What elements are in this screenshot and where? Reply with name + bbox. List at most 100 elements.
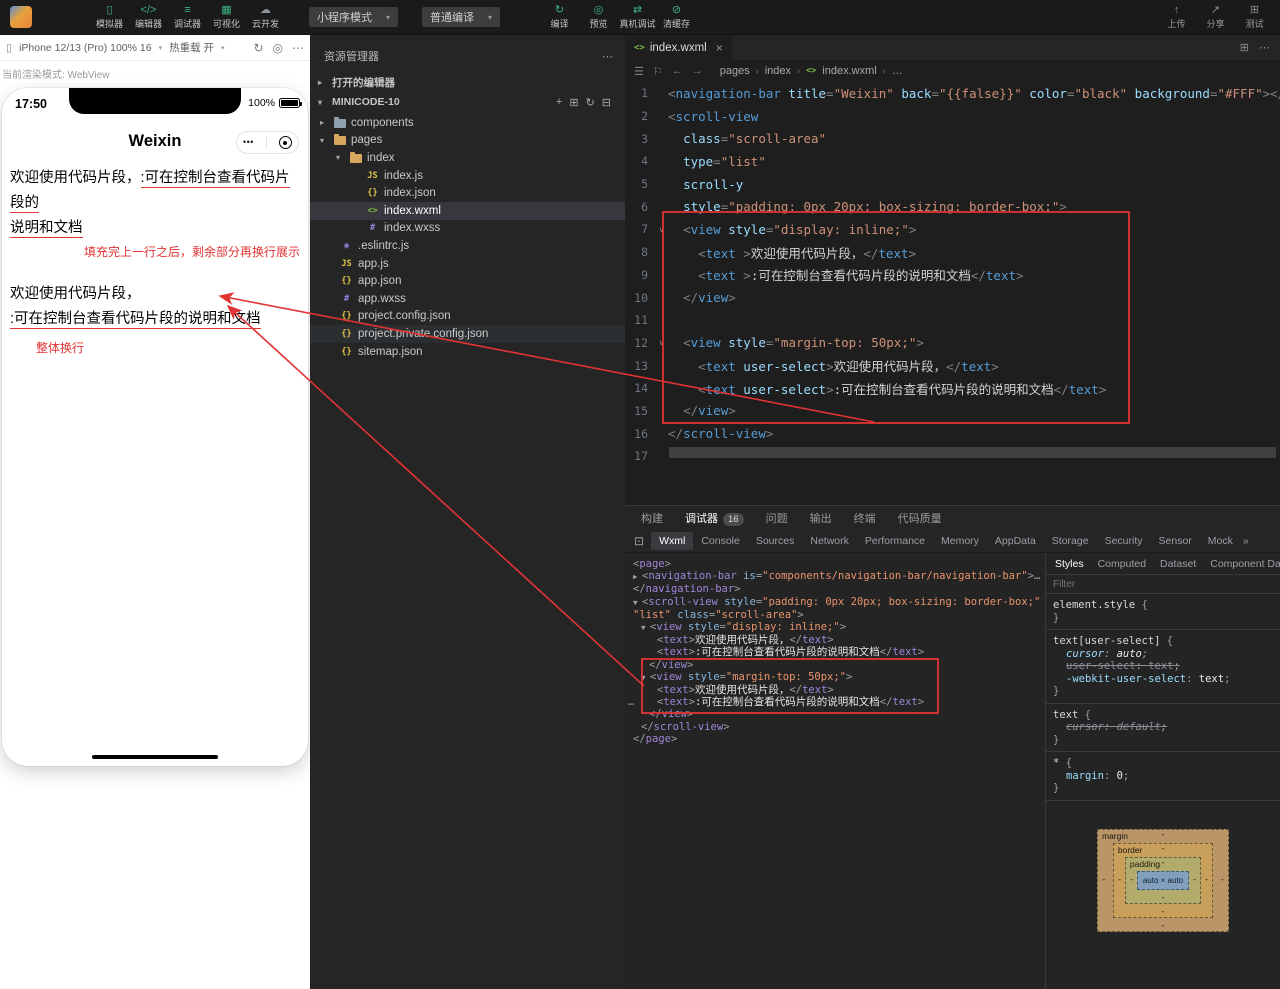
css-property[interactable]: cursor: auto; bbox=[1053, 648, 1273, 661]
wxml-node[interactable]: ▼ <view style="margin-top: 50px;"> bbox=[625, 671, 1045, 684]
panel-tab[interactable]: 调试器 16 bbox=[685, 510, 744, 526]
file-row[interactable]: ▾ pages bbox=[310, 132, 625, 150]
panel-tab[interactable]: 输出 bbox=[810, 510, 832, 526]
scrollbar-thumb[interactable] bbox=[669, 447, 1276, 458]
css-property[interactable]: user-select: text; bbox=[1053, 660, 1273, 673]
devtools-tab-console[interactable]: Console bbox=[693, 532, 748, 550]
preview-button[interactable]: ◎ 预览 bbox=[579, 0, 618, 35]
split-editor-icon[interactable]: ⊞ bbox=[1240, 41, 1249, 54]
capsule-menu[interactable]: ••• bbox=[236, 131, 299, 154]
code-line[interactable]: 7 ∨ <view style="display: inline;"> bbox=[625, 218, 1280, 241]
breadcrumb-item[interactable]: index.wxml bbox=[822, 65, 876, 77]
devtools-tab-sensor[interactable]: Sensor bbox=[1151, 532, 1200, 550]
file-row[interactable]: ◉ .eslintrc.js bbox=[310, 237, 625, 255]
back-icon[interactable]: ← bbox=[672, 65, 683, 77]
devtools-tab-storage[interactable]: Storage bbox=[1044, 532, 1097, 550]
overflow-chevron-icon[interactable]: » bbox=[1243, 535, 1249, 547]
wxml-node[interactable]: <text>欢迎使用代码片段，</text> bbox=[625, 684, 1045, 696]
code-line[interactable]: 2 <scroll-view bbox=[625, 105, 1280, 128]
wxml-node[interactable]: </page> bbox=[625, 733, 1045, 745]
wxml-node[interactable]: ▶ <navigation-bar is="components/navigati… bbox=[625, 570, 1045, 583]
share-button[interactable]: ↗ 分享 bbox=[1196, 0, 1235, 35]
file-row[interactable]: <> index.wxml bbox=[310, 201, 625, 220]
code-line[interactable]: 15 </view> bbox=[625, 400, 1280, 423]
wxml-node[interactable]: </scroll-view> bbox=[625, 721, 1045, 733]
breadcrumb-item[interactable]: … bbox=[892, 65, 903, 77]
more-icon[interactable]: ⋯ bbox=[602, 50, 613, 63]
styles-tab-styles[interactable]: Styles bbox=[1048, 555, 1091, 573]
simulator-button[interactable]: ▯ 模拟器 bbox=[90, 0, 129, 35]
code-line[interactable]: 10 </view> bbox=[625, 286, 1280, 309]
devtools-tab-network[interactable]: Network bbox=[802, 532, 857, 550]
wxml-node[interactable]: <page> bbox=[625, 558, 1045, 570]
code-line[interactable]: 16 </scroll-view> bbox=[625, 422, 1280, 445]
cloud-dev-button[interactable]: ☁ 云开发 bbox=[246, 0, 285, 35]
visualizer-button[interactable]: ▦ 可视化 bbox=[207, 0, 246, 35]
breadcrumb-item[interactable]: pages bbox=[720, 65, 750, 77]
wxml-node[interactable]: <text>欢迎使用代码片段，</text> bbox=[625, 634, 1045, 646]
code-line[interactable]: 9 <text >:可在控制台查看代码片段的说明和文档</text> bbox=[625, 264, 1280, 287]
wxml-node[interactable]: ▼ <view style="display: inline;"> bbox=[625, 621, 1045, 634]
devtools-tab-wxml[interactable]: Wxml bbox=[651, 532, 694, 550]
panel-tab[interactable]: 问题 bbox=[766, 510, 788, 526]
devtools-tab-appdata[interactable]: AppData bbox=[987, 532, 1044, 550]
devtools-tab-performance[interactable]: Performance bbox=[857, 532, 933, 550]
refresh-icon[interactable]: ↻ bbox=[586, 96, 595, 109]
compile-button[interactable]: ↻ 编译 bbox=[540, 0, 579, 35]
inspect-element-icon[interactable]: ⊡ bbox=[634, 534, 644, 548]
devtools-tab-sources[interactable]: Sources bbox=[748, 532, 803, 550]
device-select[interactable]: iPhone 12/13 (Pro) 100% 16 bbox=[19, 42, 152, 54]
more-icon[interactable]: ⋯ bbox=[292, 41, 304, 55]
devtools-tab-mock[interactable]: Mock bbox=[1200, 532, 1241, 550]
devtools-tab-memory[interactable]: Memory bbox=[933, 532, 987, 550]
more-actions-icon[interactable]: ⋯ bbox=[1259, 41, 1270, 54]
bookmark-icon[interactable]: ⚐ bbox=[653, 65, 663, 78]
code-line[interactable]: 1 <navigation-bar title="Weixin" back="{{… bbox=[625, 82, 1280, 105]
wxml-node[interactable]: <text>:可在控制台查看代码片段的说明和文档</text> bbox=[625, 646, 1045, 658]
rotate-icon[interactable]: ↻ bbox=[253, 41, 263, 55]
styles-tab-dataset[interactable]: Dataset bbox=[1153, 555, 1203, 573]
debugger-button[interactable]: ≡ 调试器 bbox=[168, 0, 207, 35]
file-row[interactable]: ▸ components bbox=[310, 114, 625, 132]
code-line[interactable]: 6 style="padding: 0px 20px; box-sizing: … bbox=[625, 195, 1280, 218]
code-line[interactable]: 3 class="scroll-area" bbox=[625, 127, 1280, 150]
styles-tab-computed[interactable]: Computed bbox=[1091, 555, 1153, 573]
home-icon[interactable] bbox=[278, 136, 292, 149]
remote-debug-button[interactable]: ⇄ 真机调试 bbox=[618, 0, 657, 35]
upload-button[interactable]: ↑ 上传 bbox=[1157, 0, 1196, 35]
code-line[interactable]: 14 <text user-select>:可在控制台查看代码片段的说明和文档<… bbox=[625, 377, 1280, 400]
styles-tab-component-data[interactable]: Component Data bbox=[1203, 555, 1280, 573]
file-row[interactable]: {} index.json bbox=[310, 184, 625, 202]
test-button[interactable]: ⊞ 测试 bbox=[1235, 0, 1274, 35]
wxml-node[interactable]: </navigation-bar> bbox=[625, 583, 1045, 595]
file-row[interactable]: {} app.json bbox=[310, 272, 625, 290]
file-row[interactable]: {} sitemap.json bbox=[310, 343, 625, 361]
outline-icon[interactable]: ☰ bbox=[634, 65, 644, 78]
file-row[interactable]: JS app.js bbox=[310, 255, 625, 273]
code-line[interactable]: 4 type="list" bbox=[625, 150, 1280, 173]
horizontal-scrollbar[interactable] bbox=[669, 447, 1278, 458]
code-line[interactable]: 8 <text >欢迎使用代码片段，</text> bbox=[625, 241, 1280, 264]
code-line[interactable]: 13 <text user-select>欢迎使用代码片段，</text> bbox=[625, 354, 1280, 377]
tab-index-wxml[interactable]: <> index.wxml × bbox=[625, 35, 732, 60]
user-avatar[interactable] bbox=[10, 6, 32, 28]
mode-select[interactable]: 小程序模式 ▾ bbox=[309, 7, 399, 27]
file-row[interactable]: {} project.private.config.json bbox=[310, 325, 625, 343]
more-menu-icon[interactable]: ••• bbox=[243, 138, 254, 147]
breadcrumb-item[interactable]: index bbox=[765, 65, 791, 77]
project-root[interactable]: ▾ MINICODE-10 + ⊞ ↻ ⊟ bbox=[310, 92, 625, 112]
file-row[interactable]: {} project.config.json bbox=[310, 308, 625, 326]
hot-reload-toggle[interactable]: 热重载 开 bbox=[169, 40, 214, 55]
file-row[interactable]: # app.wxss bbox=[310, 290, 625, 308]
open-editors-section[interactable]: ▸ 打开的编辑器 bbox=[310, 72, 625, 92]
record-icon[interactable]: ◎ bbox=[273, 41, 283, 55]
code-area[interactable]: 1 <navigation-bar title="Weixin" back="{{… bbox=[625, 82, 1280, 505]
forward-icon[interactable]: → bbox=[692, 65, 703, 77]
close-icon[interactable]: × bbox=[716, 41, 723, 55]
panel-tab[interactable]: 终端 bbox=[854, 510, 876, 526]
new-file-icon[interactable]: + bbox=[556, 96, 562, 109]
code-line[interactable]: 12 ∨ <view style="margin-top: 50px;"> bbox=[625, 332, 1280, 355]
file-row[interactable]: ▾ index bbox=[310, 149, 625, 167]
css-property[interactable]: cursor: default; bbox=[1053, 721, 1273, 734]
file-row[interactable]: # index.wxss bbox=[310, 220, 625, 238]
